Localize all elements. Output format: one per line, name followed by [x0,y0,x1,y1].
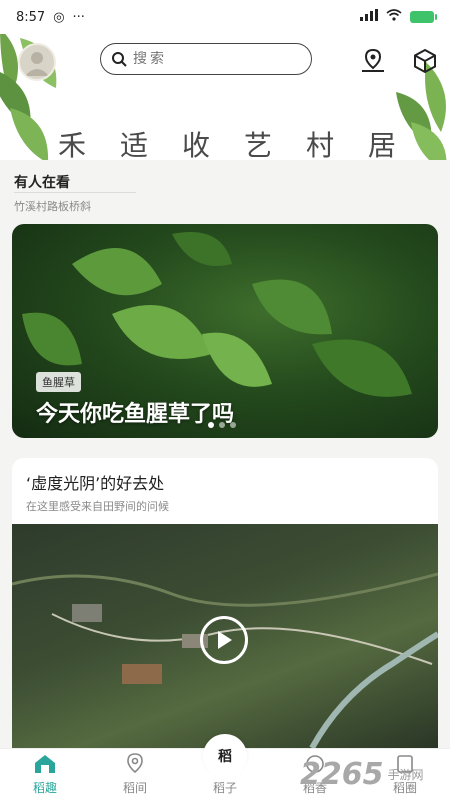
carousel-dot[interactable] [208,422,214,428]
slogan-char: 居 [367,129,398,160]
header: 禾 适 收 艺 村 居 [0,34,450,160]
video-player[interactable] [12,524,438,748]
carousel-dot[interactable] [230,422,236,428]
location-icon [122,752,148,776]
slogan-char: 适 [119,129,150,160]
watermark-number: 2265 [300,756,384,792]
section-title-watching: 有人在看 [14,175,70,191]
center-rice-button[interactable]: 稻 [203,734,247,778]
notification-icon: ◎ [53,9,65,25]
getaway-card: ‘虚度光阴’的好去处 在这里感受来自田野间的问候 [12,458,438,748]
status-bar: 8:57 ◎ ··· [0,0,450,34]
center-mark: 稻 [218,749,232,765]
site-watermark: 2265 手游网 [300,752,450,796]
nav-label: 稻间 [122,781,147,795]
slogan-char: 艺 [243,129,274,160]
section-subtitle-watching: 竹溪村路板桥斜 [14,200,91,213]
avatar[interactable] [18,43,56,81]
slogan-char: 禾 [58,129,89,160]
map-button[interactable] [358,46,388,76]
divider [14,192,136,193]
search-bar[interactable] [100,43,312,75]
search-icon [112,52,127,67]
cube-button[interactable] [410,46,440,76]
watermark-text: 手游网 [387,767,424,782]
photo-caption: 今天你吃鱼腥草了吗 [36,402,235,427]
carousel-dot[interactable] [219,422,225,428]
featured-photo-card[interactable]: 鱼腥草 今天你吃鱼腥草了吗 [12,224,438,438]
more-dots: ··· [72,9,85,25]
play-button[interactable] [200,616,248,664]
home-icon [32,752,58,776]
signal-icon [360,9,378,25]
photo-tag: 鱼腥草 [36,372,81,392]
map-pin-icon [362,48,384,72]
nav-label: 稻子 [212,781,237,795]
cube-icon [414,48,436,74]
nav-label: 稻趣 [32,781,57,795]
battery-icon [410,11,437,23]
status-time: 8:57 [16,9,46,25]
calligraphy-slogan: 禾 适 收 艺 村 居 [58,124,398,160]
nav-item-daoqu[interactable]: 稻趣 [10,752,80,796]
nav-item-daojian[interactable]: 稻间 [100,752,170,796]
slogan-char: 村 [305,129,336,160]
section-subtitle-getaway: 在这里感受来自田野间的问候 [26,500,169,513]
wifi-icon [386,9,402,25]
slogan-char: 收 [181,129,212,160]
avatar-icon [25,52,49,76]
search-input[interactable] [133,51,293,67]
section-title-getaway: ‘虚度光阴’的好去处 [26,474,165,493]
carousel-indicator [208,422,236,428]
play-icon [218,631,232,649]
